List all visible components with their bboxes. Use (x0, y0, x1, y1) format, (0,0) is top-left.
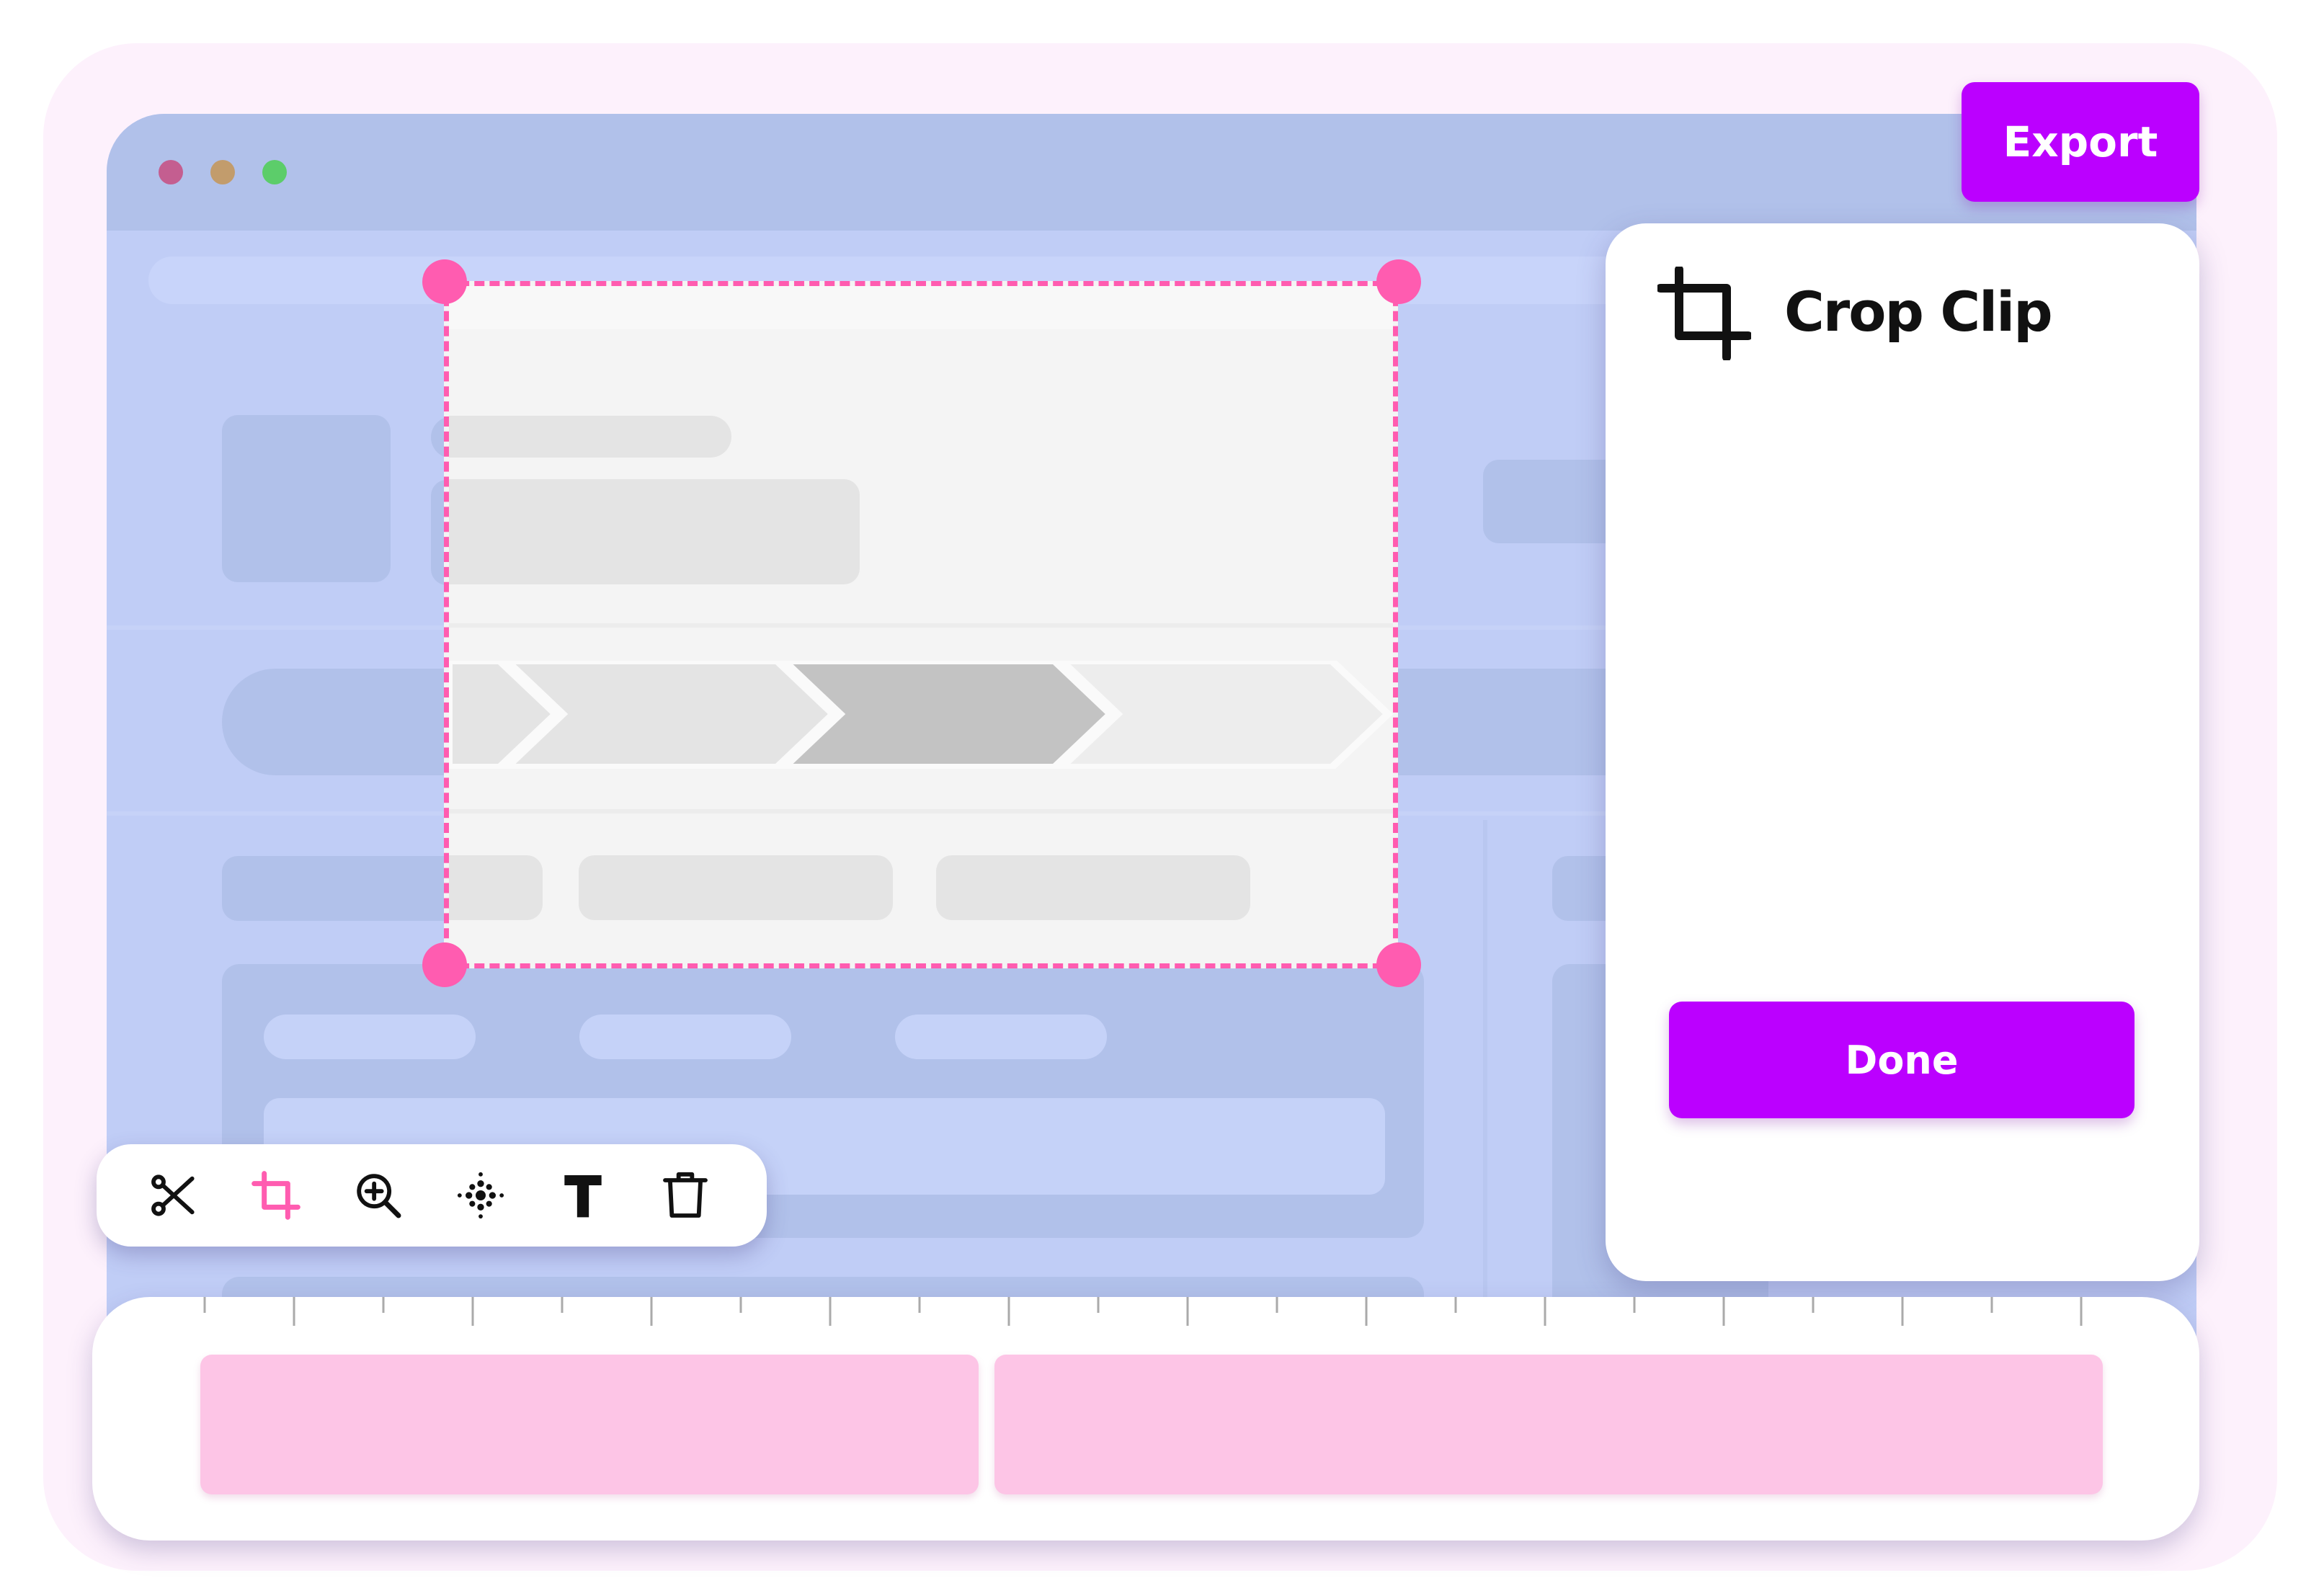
crop-preview-strip (449, 286, 1393, 329)
crop-selection[interactable] (444, 281, 1398, 968)
preview-title-placeholder (449, 416, 731, 458)
done-button[interactable]: Done (1669, 1002, 2134, 1118)
preview-step-chevrons (449, 661, 1393, 769)
text-icon (564, 1175, 602, 1218)
scissors-icon (151, 1174, 195, 1216)
tag-placeholder (579, 1015, 791, 1059)
crop-handle-bottom-left[interactable] (422, 942, 467, 987)
preview-subtitle-placeholder (449, 479, 860, 584)
crop-clip-panel: Crop Clip Done (1606, 223, 2199, 1281)
panel-title: Crop Clip (1784, 280, 2053, 344)
preview-chip (936, 855, 1250, 920)
crop-tool[interactable] (244, 1163, 308, 1228)
timeline-ruler (203, 1297, 2083, 1326)
maximize-dot[interactable] (262, 160, 287, 184)
delete-tool[interactable] (653, 1163, 718, 1228)
timeline-panel (92, 1297, 2199, 1541)
close-dot[interactable] (159, 160, 183, 184)
scissors-tool[interactable] (141, 1163, 206, 1228)
crop-handle-top-left[interactable] (422, 259, 467, 304)
crop-handle-bottom-right[interactable] (1376, 942, 1421, 987)
zoom-tool[interactable] (346, 1163, 411, 1228)
crop-icon (1657, 267, 1751, 360)
browser-title-bar (107, 114, 2196, 231)
tag-placeholder (264, 1015, 476, 1059)
zoom-in-icon (357, 1174, 401, 1218)
avatar-placeholder (222, 415, 391, 582)
timeline-clip[interactable] (994, 1355, 2103, 1494)
crop-icon (251, 1171, 301, 1220)
crop-handle-top-right[interactable] (1376, 259, 1421, 304)
trash-icon (663, 1172, 708, 1218)
tag-placeholder (895, 1015, 1107, 1059)
export-button[interactable]: Export (1962, 82, 2199, 202)
preview-divider (449, 809, 1393, 813)
minimize-dot[interactable] (210, 160, 235, 184)
effects-tool[interactable] (448, 1163, 513, 1228)
preview-chip (579, 855, 893, 920)
preview-chip (449, 855, 543, 920)
edit-toolbar (97, 1144, 767, 1247)
timeline-clip[interactable] (200, 1355, 979, 1494)
preview-divider (449, 623, 1393, 628)
sparkle-effects-icon (457, 1172, 504, 1219)
text-tool[interactable] (551, 1163, 615, 1228)
